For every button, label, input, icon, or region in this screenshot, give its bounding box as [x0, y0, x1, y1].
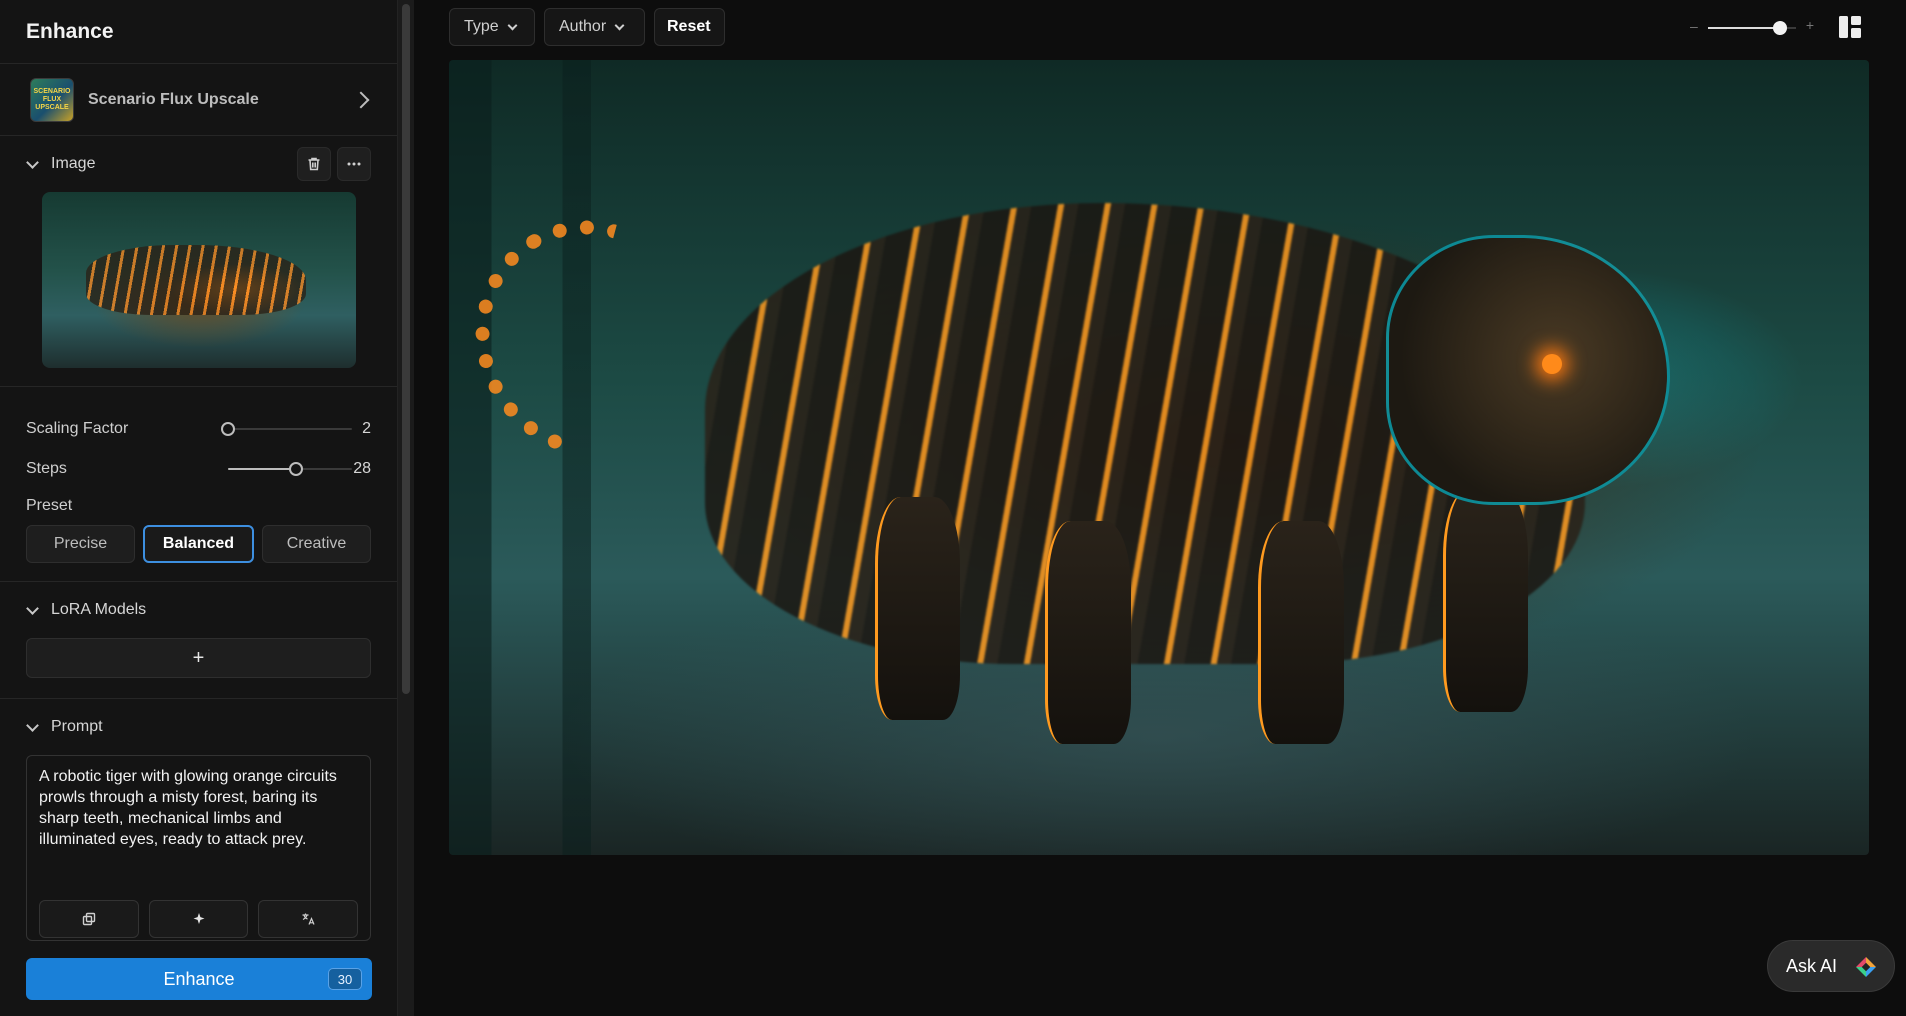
lora-section-header[interactable]: LoRA Models: [0, 582, 397, 638]
prompt-tools: [39, 900, 359, 938]
preset-group: Precise Balanced Creative: [26, 525, 371, 563]
type-filter-label: Type: [464, 18, 499, 35]
slider-fill: [228, 468, 297, 470]
ai-logo-icon: [1856, 957, 1876, 977]
ask-ai-label: Ask AI: [1786, 955, 1838, 976]
image-section-header[interactable]: Image: [0, 136, 397, 192]
credits-badge: 30: [328, 968, 362, 990]
steps-label: Steps: [26, 460, 67, 477]
zoom-out-icon[interactable]: –: [1690, 18, 1698, 34]
add-lora-button[interactable]: +: [26, 638, 371, 678]
ask-ai-button[interactable]: Ask AI: [1767, 940, 1895, 992]
steps-slider[interactable]: [228, 461, 352, 477]
more-horizontal-icon: [347, 162, 361, 166]
chevron-down-icon: [26, 718, 39, 732]
zoom-knob[interactable]: [1773, 21, 1788, 35]
reset-button[interactable]: Reset: [654, 8, 725, 46]
chevron-right-icon: [352, 91, 370, 108]
slider-track: [228, 428, 352, 430]
input-image-thumbnail[interactable]: [42, 192, 356, 368]
prompt-section: Prompt A robotic tiger with glowing oran…: [0, 699, 397, 941]
slider-knob[interactable]: [289, 462, 304, 476]
delete-image-button[interactable]: [297, 147, 331, 181]
image-detail: [1045, 521, 1131, 744]
layout-toggle-icon[interactable]: [1839, 16, 1861, 38]
parameters-section: Scaling Factor 2 Steps 28 Preset Precise…: [0, 387, 397, 582]
sidebar-scrollbar-thumb[interactable]: [402, 4, 410, 694]
steps-value: 28: [353, 460, 371, 477]
sidebar-header: Enhance: [0, 0, 397, 64]
enhance-button-label: Enhance: [163, 968, 235, 989]
zoom-in-icon[interactable]: +: [1806, 17, 1814, 33]
model-selector[interactable]: SCENARIO FLUX UPSCALE Scenario Flux Upsc…: [0, 64, 397, 136]
model-thumbnail-text: SCENARIO FLUX UPSCALE: [33, 87, 71, 111]
prompt-section-label: Prompt: [51, 718, 103, 735]
trash-icon: [308, 157, 320, 171]
sparkle-icon: [193, 913, 204, 924]
translate-prompt-button[interactable]: [258, 900, 359, 938]
steps-row: Steps 28: [26, 449, 371, 489]
preset-creative-button[interactable]: Creative: [262, 525, 371, 563]
slider-knob[interactable]: [221, 422, 235, 436]
image-detail: [1258, 521, 1344, 744]
enhance-button[interactable]: Enhance 30: [26, 958, 372, 1000]
preset-balanced-button[interactable]: Balanced: [143, 525, 254, 563]
zoom-fill: [1708, 27, 1781, 29]
copy-prompt-button[interactable]: [39, 900, 139, 938]
image-section: Image: [0, 136, 397, 387]
copy-icon: [82, 912, 96, 926]
image-detail: [1443, 489, 1529, 712]
enhanced-image-preview[interactable]: [449, 60, 1869, 855]
page-title: Enhance: [26, 19, 114, 43]
preset-precise-button[interactable]: Precise: [26, 525, 135, 563]
chevron-down-icon: [507, 20, 518, 30]
image-detail: [1386, 234, 1671, 506]
author-filter-label: Author: [559, 18, 607, 35]
chevron-down-icon: [26, 155, 39, 169]
scaling-factor-value: 2: [362, 420, 371, 437]
model-thumbnail: SCENARIO FLUX UPSCALE: [30, 77, 74, 122]
author-filter-dropdown[interactable]: Author: [544, 8, 645, 46]
model-name: Scenario Flux Upscale: [88, 90, 259, 108]
scaling-factor-row: Scaling Factor 2: [26, 409, 371, 449]
scaling-factor-label: Scaling Factor: [26, 420, 129, 437]
lora-section-label: LoRA Models: [51, 601, 147, 618]
more-options-button[interactable]: [337, 147, 371, 181]
enhance-prompt-button[interactable]: [148, 900, 249, 938]
zoom-slider[interactable]: – +: [1690, 17, 1814, 36]
prompt-section-header[interactable]: Prompt: [0, 699, 397, 755]
translate-icon: [302, 913, 315, 925]
prompt-text[interactable]: A robotic tiger with glowing orange circ…: [39, 766, 358, 886]
image-detail: [875, 497, 961, 720]
chevron-down-icon: [26, 601, 39, 615]
chevron-down-icon: [614, 20, 625, 30]
image-detail: [449, 178, 749, 499]
image-section-label: Image: [51, 155, 96, 172]
type-filter-dropdown[interactable]: Type: [449, 8, 535, 46]
sidebar: Enhance SCENARIO FLUX UPSCALE Scenario F…: [0, 0, 398, 1016]
prompt-textarea[interactable]: A robotic tiger with glowing orange circ…: [26, 755, 371, 941]
preset-label: Preset: [26, 497, 73, 514]
lora-section: LoRA Models +: [0, 582, 397, 699]
scaling-factor-slider[interactable]: [221, 421, 352, 437]
